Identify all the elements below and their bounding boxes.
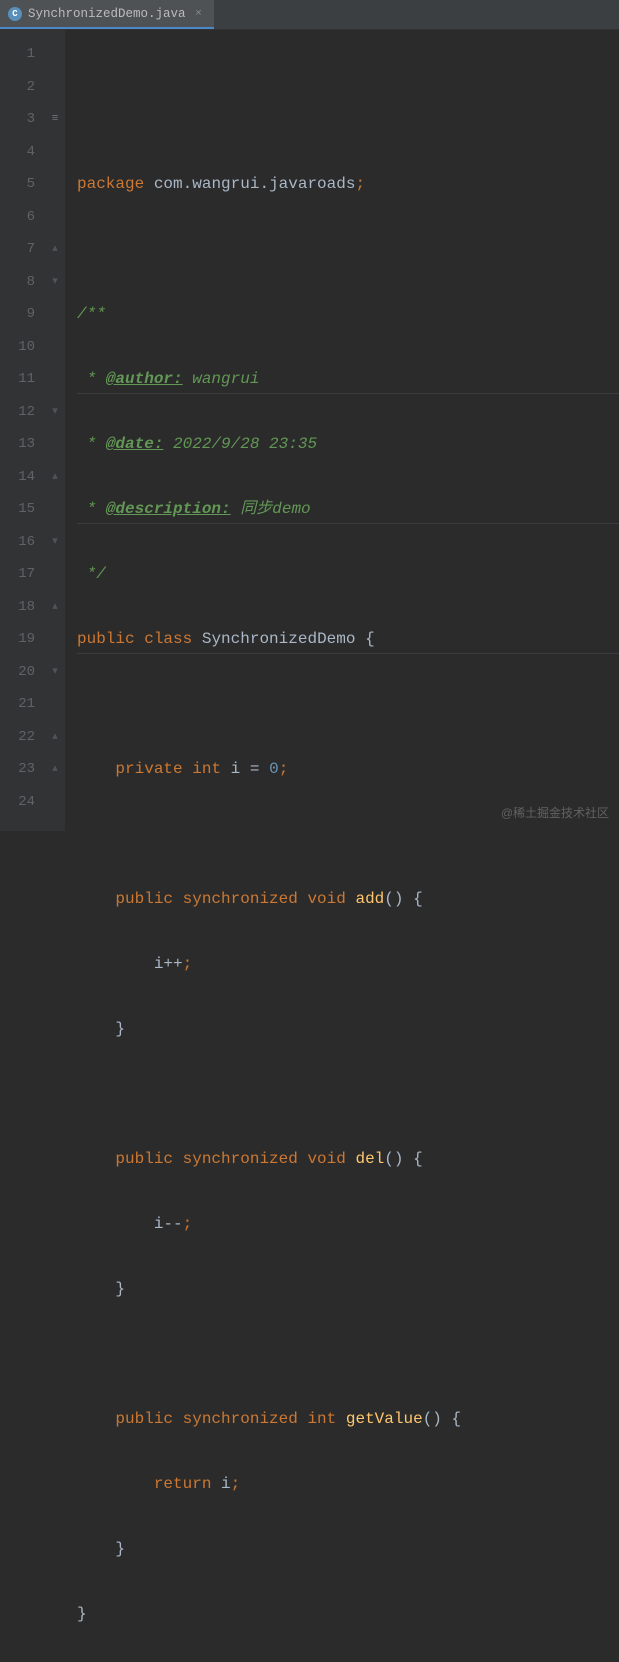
- code-line: package com.wangrui.javaroads;: [77, 168, 619, 201]
- code-line: public synchronized int getValue() {: [77, 1403, 619, 1436]
- class-icon: C: [8, 7, 22, 21]
- fold-handle: [45, 38, 65, 71]
- code-line: i--;: [77, 1208, 619, 1241]
- code-line: }: [77, 1598, 619, 1631]
- code-line: }: [77, 1273, 619, 1306]
- line-number: 22: [0, 721, 35, 754]
- line-number: 9: [0, 298, 35, 331]
- fold-handle: [45, 298, 65, 331]
- fold-handle[interactable]: ▴: [45, 753, 65, 786]
- fold-handle[interactable]: ▴: [45, 233, 65, 266]
- fold-handle[interactable]: ▾: [45, 396, 65, 429]
- line-number: 16: [0, 526, 35, 559]
- line-number: 21: [0, 688, 35, 721]
- fold-handle[interactable]: ▾: [45, 656, 65, 689]
- fold-handle: [45, 786, 65, 819]
- code-editor[interactable]: 123456789101112131415161718192021222324 …: [0, 30, 619, 831]
- code-line: [77, 233, 619, 266]
- fold-handle: [45, 136, 65, 169]
- fold-handle[interactable]: ▴: [45, 591, 65, 624]
- code-line: }: [77, 1013, 619, 1046]
- line-number: 5: [0, 168, 35, 201]
- code-line: * @date: 2022/9/28 23:35: [77, 428, 619, 461]
- line-number: 12: [0, 396, 35, 429]
- fold-handle[interactable]: ▴: [45, 721, 65, 754]
- line-number: 3: [0, 103, 35, 136]
- code-line: public class SynchronizedDemo {: [77, 623, 619, 656]
- line-number: 19: [0, 623, 35, 656]
- line-number: 24: [0, 786, 35, 819]
- code-line: /**: [77, 298, 619, 331]
- line-number: 15: [0, 493, 35, 526]
- file-tab[interactable]: C SynchronizedDemo.java ×: [0, 0, 214, 29]
- fold-handle: [45, 688, 65, 721]
- code-line: [77, 1338, 619, 1371]
- code-line: * @author: wangrui: [77, 363, 619, 396]
- line-number: 14: [0, 461, 35, 494]
- code-line: */: [77, 558, 619, 591]
- fold-handle: [45, 623, 65, 656]
- code-line: private int i = 0;: [77, 753, 619, 786]
- line-number: 7: [0, 233, 35, 266]
- fold-handle: [45, 331, 65, 364]
- fold-handle: [45, 558, 65, 591]
- line-number: 20: [0, 656, 35, 689]
- code-line: public synchronized void add() {: [77, 883, 619, 916]
- fold-handle: [45, 493, 65, 526]
- code-line: i++;: [77, 948, 619, 981]
- fold-handle: [45, 201, 65, 234]
- close-icon[interactable]: ×: [192, 8, 206, 20]
- line-number: 10: [0, 331, 35, 364]
- tab-filename: SynchronizedDemo.java: [28, 7, 186, 21]
- fold-handle: [45, 428, 65, 461]
- line-number-gutter: 123456789101112131415161718192021222324: [0, 30, 45, 831]
- line-number: 2: [0, 71, 35, 104]
- fold-handle[interactable]: ▾: [45, 266, 65, 299]
- line-number: 18: [0, 591, 35, 624]
- line-number: 23: [0, 753, 35, 786]
- code-line: return i;: [77, 1468, 619, 1501]
- line-number: 13: [0, 428, 35, 461]
- code-line: [77, 1078, 619, 1111]
- watermark: @稀土掘金技术社区: [501, 804, 609, 821]
- code-line: public synchronized void del() {: [77, 1143, 619, 1176]
- fold-handle[interactable]: ▾: [45, 526, 65, 559]
- line-number: 4: [0, 136, 35, 169]
- fold-handle[interactable]: ≡: [45, 103, 65, 136]
- fold-handle: [45, 363, 65, 396]
- code-line: * @description: 同步demo: [77, 493, 619, 526]
- fold-handle: [45, 168, 65, 201]
- fold-handle: [45, 71, 65, 104]
- line-number: 1: [0, 38, 35, 71]
- code-area[interactable]: package com.wangrui.javaroads; /** * @au…: [77, 30, 619, 831]
- code-line: }: [77, 1533, 619, 1566]
- fold-bar: ≡▴▾▾▴▾▴▾▴▴: [45, 30, 65, 831]
- fold-handle[interactable]: ▴: [45, 461, 65, 494]
- tab-bar: C SynchronizedDemo.java ×: [0, 0, 619, 30]
- code-line: [77, 688, 619, 721]
- line-number: 8: [0, 266, 35, 299]
- line-number: 6: [0, 201, 35, 234]
- line-number: 17: [0, 558, 35, 591]
- line-number: 11: [0, 363, 35, 396]
- code-line: [77, 818, 619, 851]
